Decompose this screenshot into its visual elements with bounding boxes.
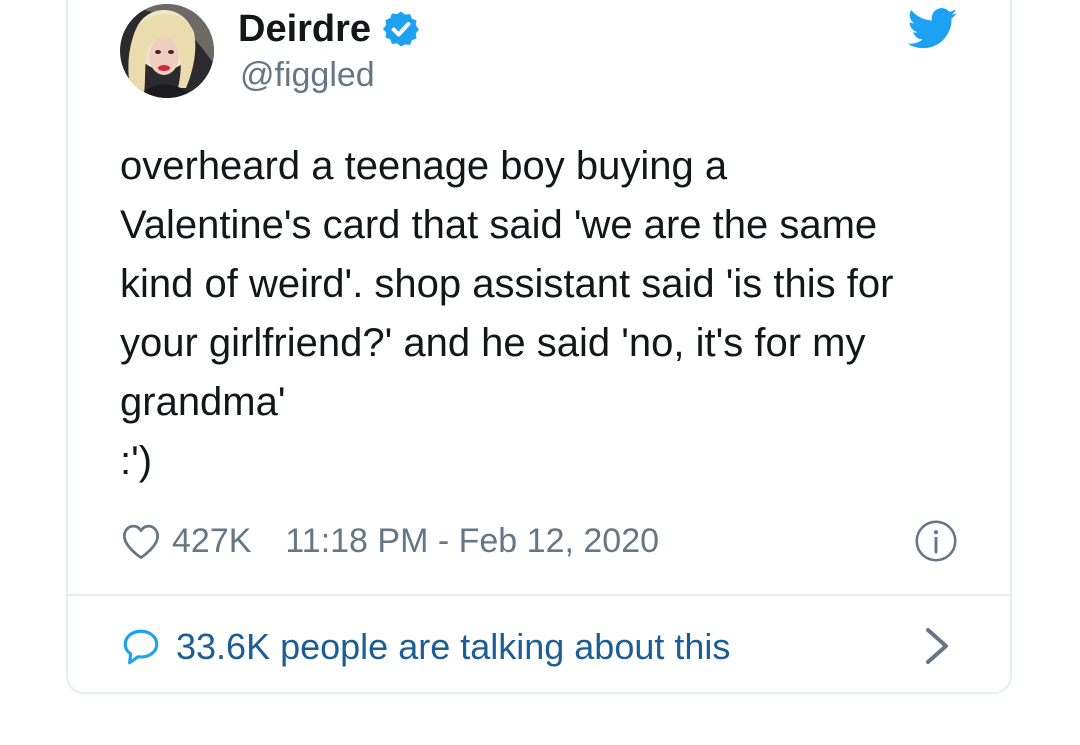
- divider: [68, 594, 1010, 596]
- author-name-row[interactable]: Deirdre: [238, 4, 421, 54]
- author-handle[interactable]: @figgled: [240, 56, 375, 95]
- author-display-name[interactable]: Deirdre: [238, 8, 371, 51]
- heart-icon[interactable]: [120, 521, 162, 561]
- twitter-bird-icon[interactable]: [908, 8, 958, 50]
- chevron-right-icon[interactable]: [922, 626, 952, 666]
- avatar[interactable]: [120, 4, 214, 98]
- info-icon[interactable]: [914, 519, 958, 563]
- conversation-link[interactable]: 33.6K people are talking about this: [120, 620, 730, 674]
- conversation-label[interactable]: 33.6K people are talking about this: [176, 626, 730, 668]
- speech-bubble-icon: [123, 629, 159, 665]
- like-count[interactable]: 427K: [172, 522, 251, 561]
- tweet-timestamp[interactable]: 11:18 PM - Feb 12, 2020: [285, 522, 659, 561]
- verified-badge-icon: [383, 11, 420, 47]
- tweet-text: overheard a teenage boy buying a Valenti…: [120, 144, 894, 483]
- tweet-meta-row: 427K 11:18 PM - Feb 12, 2020: [120, 515, 659, 567]
